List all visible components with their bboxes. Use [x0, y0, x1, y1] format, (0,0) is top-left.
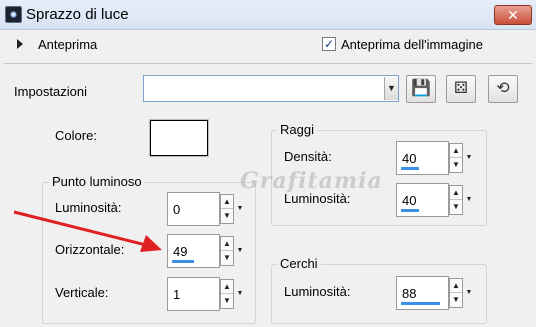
spin-up-icon[interactable]: ▲: [221, 195, 233, 209]
circles-title: Cerchi: [277, 256, 321, 271]
expand-preview-icon[interactable]: [17, 39, 23, 49]
randomize-button[interactable]: ⚄: [446, 75, 476, 103]
title-bar: Sprazzo di luce ✕: [0, 0, 536, 30]
window-title: Sprazzo di luce: [26, 6, 129, 23]
chevron-down-icon[interactable]: ▼: [384, 77, 398, 100]
app-icon: [5, 6, 22, 23]
horizontal-value: 49: [173, 244, 188, 259]
vertical-field[interactable]: 1: [167, 277, 220, 311]
horizontal-label: Orizzontale:: [55, 242, 125, 257]
spin-down-icon[interactable]: ▼: [450, 293, 462, 307]
spin-up-icon[interactable]: ▲: [221, 237, 233, 251]
save-preset-icon: 💾: [411, 80, 431, 97]
chevron-down-icon[interactable]: ▼: [464, 185, 474, 215]
vertical-value: 1: [173, 287, 181, 302]
vertical-label: Verticale:: [55, 285, 109, 300]
rays-density-field[interactable]: 40: [396, 141, 449, 175]
chevron-down-icon[interactable]: ▼: [235, 279, 245, 309]
image-preview-label[interactable]: Anteprima dell'immagine: [341, 37, 483, 52]
horizontal-spinner[interactable]: 49 ▲ ▼ ▼: [167, 234, 247, 268]
chevron-down-icon[interactable]: ▼: [235, 236, 245, 266]
horizontal-field[interactable]: 49: [167, 234, 220, 268]
rays-brightness-spinner[interactable]: 40 ▲ ▼ ▼: [396, 183, 476, 217]
randomize-dice-icon: ⚄: [454, 80, 468, 97]
bright-spot-brightness-field[interactable]: 0: [167, 192, 220, 226]
spin-down-icon[interactable]: ▼: [450, 158, 462, 172]
rays-brightness-bar: [401, 209, 419, 212]
chevron-down-icon[interactable]: ▼: [464, 278, 474, 308]
spin-up-icon[interactable]: ▲: [450, 186, 462, 200]
bright-spot-brightness-value: 0: [173, 202, 181, 217]
color-label: Colore:: [55, 128, 97, 143]
vertical-spinner[interactable]: 1 ▲ ▼ ▼: [167, 277, 247, 311]
circles-brightness-field[interactable]: 88: [396, 276, 449, 310]
image-preview-checkbox[interactable]: ✓: [322, 37, 336, 51]
circles-brightness-spinner[interactable]: 88 ▲ ▼ ▼: [396, 276, 476, 310]
close-button[interactable]: ✕: [494, 5, 532, 25]
color-swatch[interactable]: [149, 119, 209, 157]
circles-brightness-label: Luminosità:: [284, 284, 351, 299]
bright-spot-title: Punto luminoso: [49, 174, 145, 189]
spin-down-icon[interactable]: ▼: [450, 200, 462, 214]
rays-density-value: 40: [402, 151, 417, 166]
rays-density-label: Densità:: [284, 149, 332, 164]
spin-up-icon[interactable]: ▲: [450, 144, 462, 158]
bright-spot-brightness-spinner[interactable]: 0 ▲ ▼ ▼: [167, 192, 247, 226]
watermark: Grafitamia: [240, 168, 383, 194]
rays-title: Raggi: [277, 122, 317, 137]
spin-up-icon[interactable]: ▲: [221, 280, 233, 294]
rays-density-bar: [401, 167, 419, 170]
chevron-down-icon[interactable]: ▼: [464, 143, 474, 173]
rays-brightness-value: 40: [402, 193, 417, 208]
save-preset-button[interactable]: 💾: [406, 75, 436, 103]
spin-down-icon[interactable]: ▼: [221, 251, 233, 265]
reset-settings-button[interactable]: ⟲: [488, 75, 518, 103]
circles-brightness-bar: [401, 302, 440, 305]
rays-density-spinner[interactable]: 40 ▲ ▼ ▼: [396, 141, 476, 175]
reset-settings-icon: ⟲: [496, 80, 510, 97]
spin-down-icon[interactable]: ▼: [221, 294, 233, 308]
spin-up-icon[interactable]: ▲: [450, 279, 462, 293]
separator: [4, 63, 532, 64]
chevron-down-icon[interactable]: ▼: [235, 194, 245, 224]
horizontal-bar: [172, 260, 194, 263]
bright-spot-brightness-label: Luminosità:: [55, 200, 122, 215]
settings-combo[interactable]: ▼: [143, 75, 399, 102]
spin-down-icon[interactable]: ▼: [221, 209, 233, 223]
circles-brightness-value: 88: [402, 286, 417, 301]
rays-brightness-field[interactable]: 40: [396, 183, 449, 217]
preview-label[interactable]: Anteprima: [38, 37, 97, 52]
settings-label: Impostazioni: [14, 84, 87, 99]
